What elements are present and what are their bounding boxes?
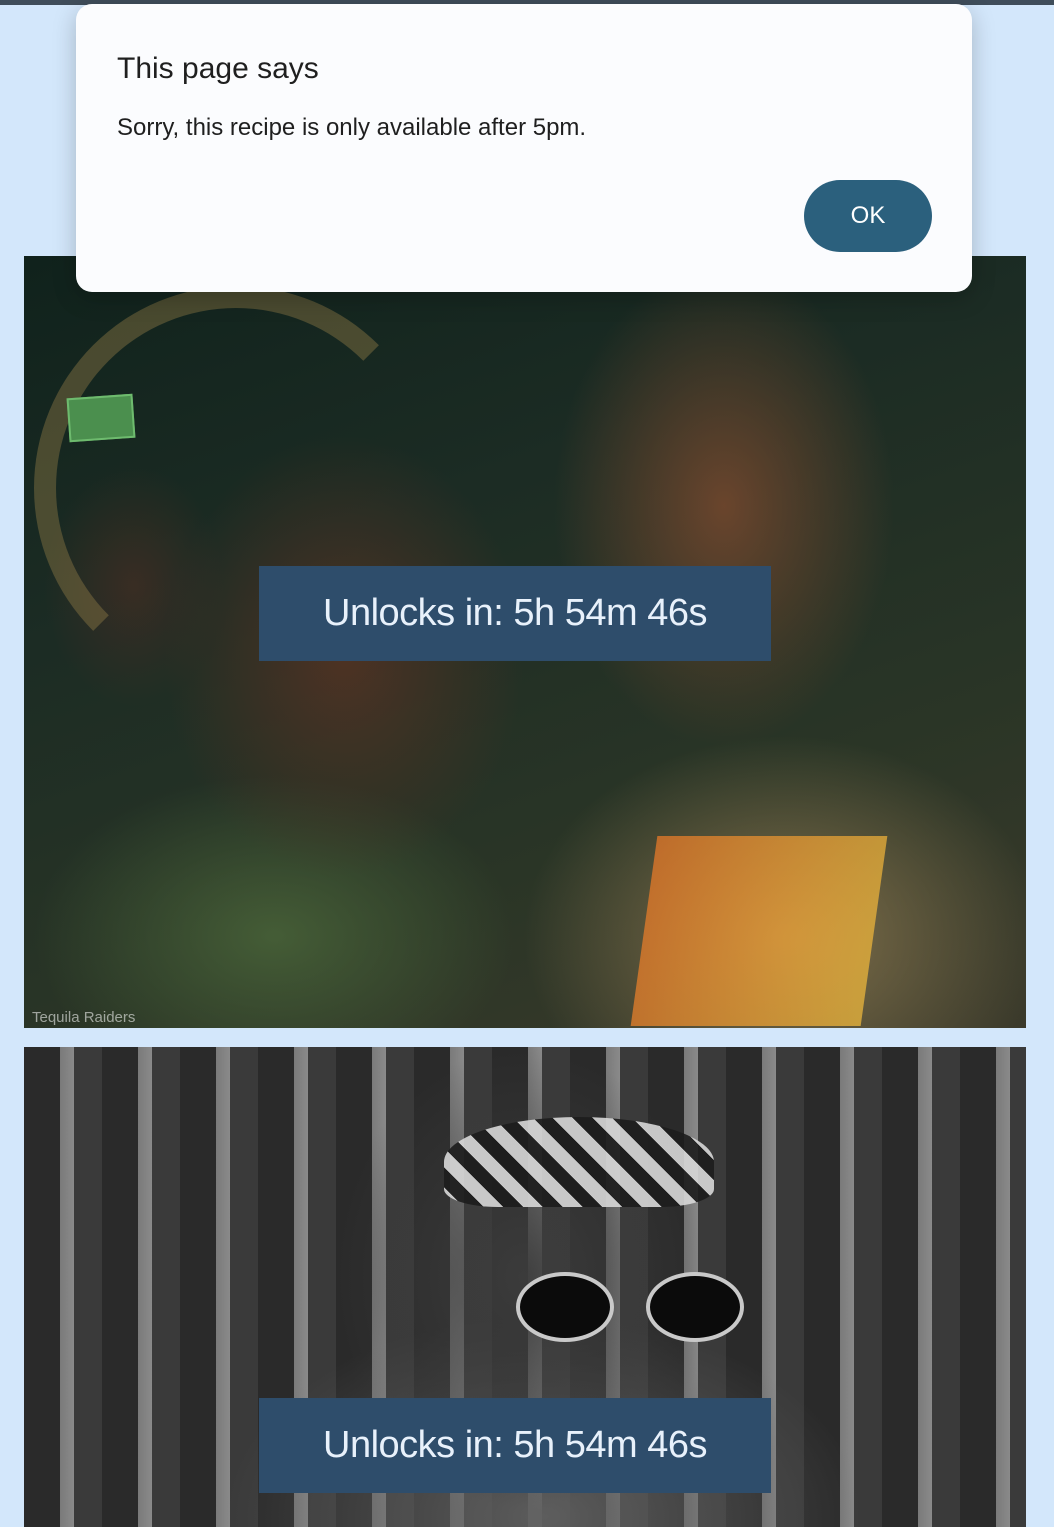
recipe-card[interactable]: Unlocks in: 5h 54m 46s	[24, 1047, 1026, 1527]
photo-sunglasses-lens	[646, 1272, 744, 1342]
photo-shirt-graphic	[630, 836, 888, 1026]
dialog-message: Sorry, this recipe is only available aft…	[117, 114, 587, 141]
unlock-countdown-label: Unlocks in: 5h 54m 46s	[259, 566, 771, 661]
dialog-title: This page says	[117, 52, 319, 85]
recipe-card[interactable]: Unlocks in: 5h 54m 46s Tequila Raiders	[24, 256, 1026, 1028]
photo-sunglasses-lens	[516, 1272, 614, 1342]
photo-watermark: Tequila Raiders	[32, 1009, 136, 1026]
unlock-countdown-label: Unlocks in: 5h 54m 46s	[259, 1398, 771, 1493]
alert-dialog: This page says Sorry, this recipe is onl…	[76, 4, 972, 292]
photo-exit-sign	[66, 393, 136, 443]
ok-button[interactable]: OK	[804, 180, 932, 252]
photo-bandana	[444, 1117, 714, 1207]
